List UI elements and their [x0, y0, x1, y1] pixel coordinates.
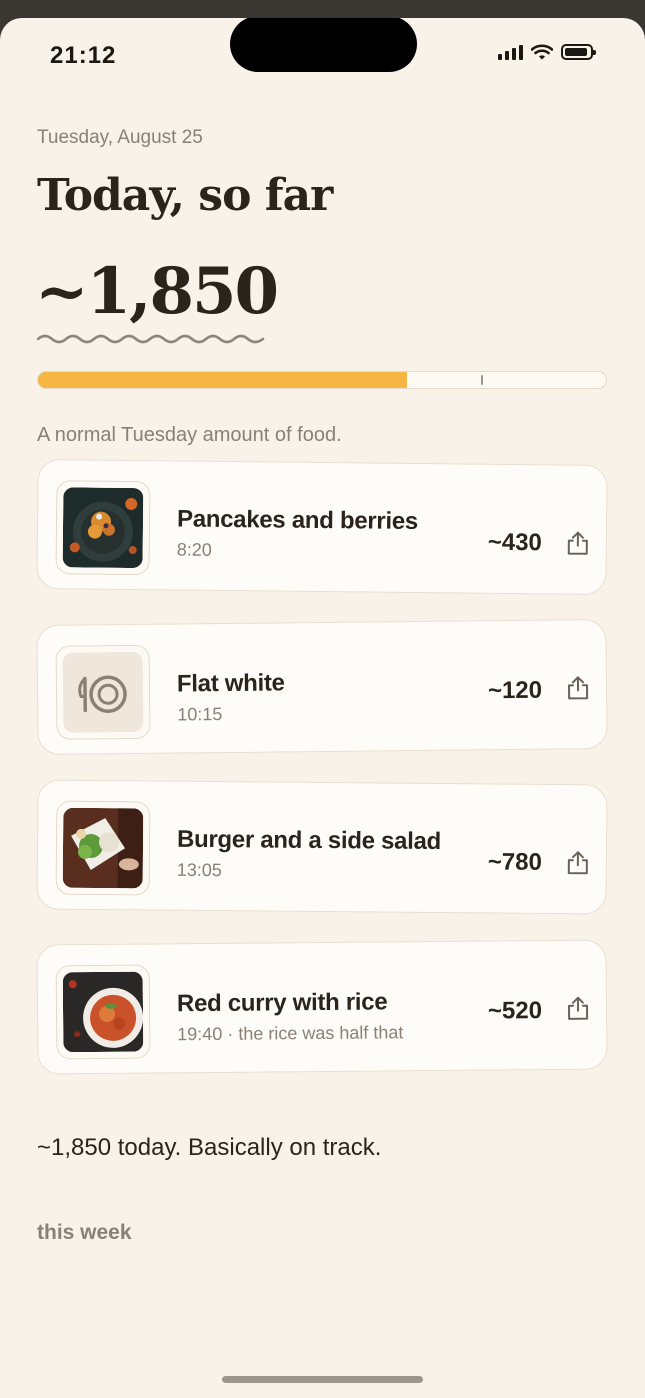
status-icons: [498, 44, 596, 60]
screen: 21:12 Tuesday, August 25 Today, so far ~…: [0, 18, 645, 1398]
meal-card[interactable]: Pancakes and berries 8:20 ~430: [36, 459, 608, 595]
share-icon[interactable]: [566, 995, 590, 1021]
burger-photo: [62, 807, 144, 889]
status-time: 21:12: [50, 42, 117, 69]
meal-time: 19:40 · the rice was half that: [177, 1022, 404, 1045]
page-title: Today, so far: [37, 170, 333, 221]
signal-icon: [498, 44, 523, 60]
meal-thumbnail: [55, 964, 151, 1060]
meal-calories: ~780: [487, 848, 542, 876]
meal-card[interactable]: Flat white 10:15 ~120: [36, 619, 608, 755]
calorie-progress-bar: [37, 371, 607, 389]
meal-name: Burger and a side salad: [176, 825, 442, 856]
day-summary: A normal Tuesday amount of food.: [37, 424, 342, 446]
home-indicator[interactable]: [222, 1376, 423, 1383]
share-icon[interactable]: [566, 530, 590, 556]
meal-name: Red curry with rice: [176, 988, 388, 1018]
section-header-this-week: this week: [37, 1221, 132, 1244]
meal-time: 10:15: [177, 704, 223, 725]
meal-thumbnail: [55, 800, 151, 896]
meal-calories: ~430: [487, 528, 542, 557]
meal-name: Pancakes and berries: [176, 505, 419, 536]
meal-calories: ~520: [487, 997, 543, 1025]
share-icon[interactable]: [566, 674, 590, 700]
progress-fill: [38, 372, 408, 388]
curry-photo: [62, 971, 144, 1053]
wifi-icon: [531, 44, 553, 60]
squiggle-underline: [37, 334, 265, 344]
meal-time: 8:20: [176, 539, 212, 560]
daily-total-summary: ~1,850 today. Basically on track.: [37, 1134, 382, 1161]
typical-day-marker: [481, 375, 484, 385]
meal-thumbnail: [55, 644, 151, 740]
share-icon[interactable]: [566, 849, 590, 875]
dynamic-island: [230, 18, 417, 72]
calorie-total: ~1,850: [35, 254, 279, 329]
meal-card[interactable]: Burger and a side salad 13:05 ~780: [36, 779, 608, 915]
meal-time: 13:05: [176, 859, 222, 881]
meal-thumbnail: [55, 480, 151, 576]
meal-name: Flat white: [176, 669, 285, 698]
plate-icon: [62, 651, 144, 733]
battery-icon: [561, 44, 596, 60]
date-label: Tuesday, August 25: [37, 127, 203, 148]
meal-card[interactable]: Red curry with rice 19:40 · the rice was…: [36, 939, 608, 1075]
pancakes-photo: [62, 487, 144, 569]
meal-calories: ~120: [487, 676, 543, 705]
